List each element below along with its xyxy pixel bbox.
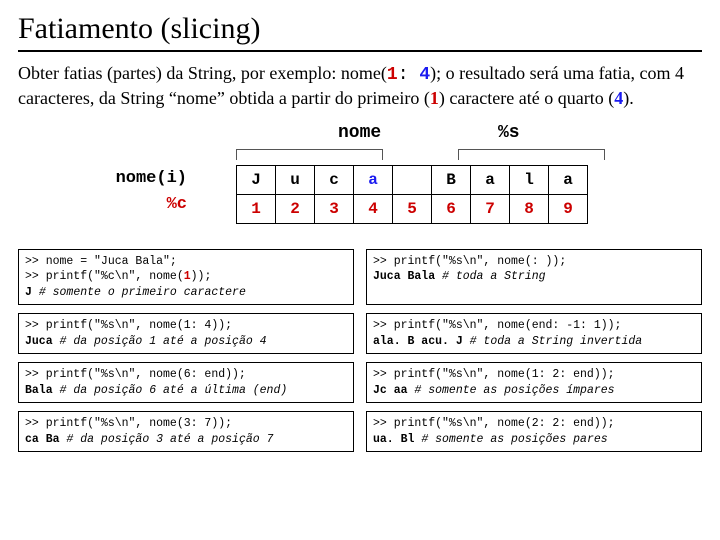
code-box-l4: >> printf("%s\n", nome(3: 7)); ca Ba # d… [18, 411, 354, 452]
bracket-left [236, 149, 383, 160]
cell-index: 9 [549, 194, 588, 223]
code-box-r4: >> printf("%s\n", nome(2: 2: end)); ua. … [366, 411, 702, 452]
page-title: Fatiamento (slicing) [18, 12, 702, 46]
code-box-l3: >> printf("%s\n", nome(6: end)); Bala # … [18, 362, 354, 403]
cell-letter: a [354, 165, 393, 194]
letters-table: J u c a B a l a 1 2 3 4 5 6 7 8 9 [236, 165, 588, 224]
intro-colon: : [398, 65, 420, 85]
cell-index: 7 [471, 194, 510, 223]
cell-index: 3 [315, 194, 354, 223]
letters-row: J u c a B a l a [237, 165, 588, 194]
cell-space [393, 165, 432, 194]
cell-letter: a [549, 165, 588, 194]
cell-index: 2 [276, 194, 315, 223]
intro-text: Obter fatias (partes) da String, por exe… [18, 62, 702, 111]
bracket-right [458, 149, 605, 160]
cell-letter: u [276, 165, 315, 194]
code-box-l1: >> nome = "Juca Bala"; >> printf("%c\n",… [18, 249, 354, 306]
intro-four: 4 [419, 65, 430, 85]
code-box-r2: >> printf("%s\n", nome(end: -1: 1)); ala… [366, 313, 702, 354]
intro-one2: 1 [430, 88, 439, 108]
code-box-r1: >> printf("%s\n", nome(: )); Juca Bala #… [366, 249, 702, 306]
intro-one: 1 [387, 65, 398, 85]
label-nome: nome [338, 123, 381, 143]
intro-d: ). [623, 88, 634, 108]
code-boxes: >> nome = "Juca Bala"; >> printf("%c\n",… [18, 249, 702, 453]
cell-letter: l [510, 165, 549, 194]
intro-four2: 4 [614, 88, 623, 108]
diagram: nome %s nome(i) %c J u c a B a l a 1 2 3… [18, 123, 702, 243]
cell-letter: J [237, 165, 276, 194]
intro-c: ) caractere até o quarto ( [439, 88, 614, 108]
cell-letter: c [315, 165, 354, 194]
cell-index: 6 [432, 194, 471, 223]
title-rule [18, 50, 702, 52]
cell-letter: a [471, 165, 510, 194]
row-label-percent-c: %c [167, 195, 187, 214]
cell-index: 4 [354, 194, 393, 223]
intro-a: Obter fatias (partes) da String, por exe… [18, 63, 387, 83]
cell-index: 1 [237, 194, 276, 223]
code-box-r3: >> printf("%s\n", nome(1: 2: end)); Jc a… [366, 362, 702, 403]
code-box-l2: >> printf("%s\n", nome(1: 4)); Juca # da… [18, 313, 354, 354]
row-label-nome-i: nome(i) [116, 169, 187, 188]
label-percent-s: %s [498, 123, 520, 143]
index-row: 1 2 3 4 5 6 7 8 9 [237, 194, 588, 223]
cell-index: 8 [510, 194, 549, 223]
cell-letter: B [432, 165, 471, 194]
cell-index: 5 [393, 194, 432, 223]
